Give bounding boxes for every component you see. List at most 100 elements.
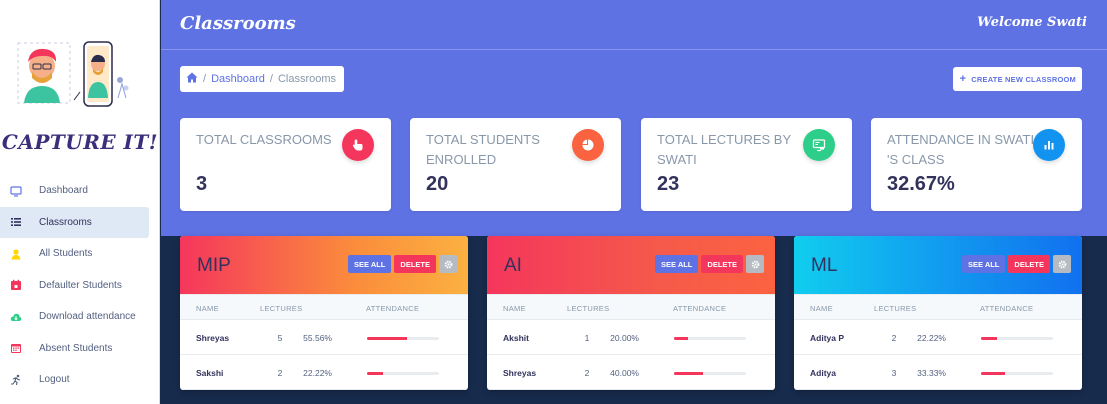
student-name: Shreyas [503,368,537,378]
table-row: Aditya 3 33.33% [794,355,1082,390]
attendance-progress-fill [674,337,689,340]
stat-card-attendance: ATTENDANCE IN SWATI 'S CLASS 32.67% [871,118,1082,211]
sidebar-item-defaulter-students[interactable]: Defaulter Students [0,270,149,302]
col-header-lectures: LECTURES [260,304,303,313]
col-header-name: NAME [503,304,526,313]
table-header: NAME LECTURES ATTENDANCE [794,294,1082,320]
sidebar-item-absent-students[interactable]: Absent Students [0,333,149,365]
attendance-progress-bar [367,372,439,375]
attendance-progress-fill [674,372,703,375]
sidebar-item-label: Classrooms [39,216,92,228]
lecture-count: 3 [891,368,897,378]
attendance-progress-fill [981,372,1005,375]
classroom-actions: SEE ALL DELETE [962,255,1071,273]
lecture-count: 1 [584,333,590,343]
stat-card-total-students: TOTAL STUDENTS ENROLLED 20 [410,118,621,211]
classroom-actions: SEE ALL DELETE [655,255,764,273]
hand-pointer-icon [342,129,374,161]
sidebar-item-label: Download attendance [39,311,136,323]
running-icon [10,374,22,386]
classroom-card-ml: ML SEE ALL DELETE NAME LECTURES ATTENDAN… [794,236,1082,390]
create-classroom-button[interactable]: + CREATE NEW CLASSROOM [952,67,1082,91]
see-all-button[interactable]: SEE ALL [655,255,699,273]
breadcrumb-separator: / [203,73,207,85]
sidebar-item-dashboard[interactable]: Dashboard [0,175,149,207]
classroom-name: MIP [197,255,231,276]
stat-value: 3 [196,173,208,195]
col-header-lectures: LECTURES [567,304,610,313]
user-icon [10,248,22,260]
attendance-percent: 40.00% [610,368,639,378]
attendance-progress-bar [674,372,746,375]
classroom-card-header: MIP SEE ALL DELETE [180,236,468,294]
gear-icon[interactable] [1053,255,1071,273]
bar-chart-icon [1033,129,1065,161]
sidebar-item-download-attendance[interactable]: Download attendance [0,301,149,333]
header-divider [161,49,1107,50]
delete-button[interactable]: DELETE [394,255,436,273]
breadcrumb-separator: / [269,73,273,85]
breadcrumb-link-dashboard[interactable]: Dashboard [211,73,265,85]
sidebar-nav: Dashboard Classrooms All Students Defaul… [0,175,160,396]
selfie-illustration-icon [17,41,129,107]
col-header-lectures: LECTURES [874,304,917,313]
plus-icon: + [959,73,967,85]
classroom-actions: SEE ALL DELETE [348,255,457,273]
see-all-button[interactable]: SEE ALL [962,255,1006,273]
attendance-percent: 20.00% [610,333,639,343]
sidebar-item-logout[interactable]: Logout [0,364,149,396]
brand-name: CAPTURE IT! [1,130,159,154]
welcome-text: Welcome Swati [977,15,1087,30]
classroom-card-header: ML SEE ALL DELETE [794,236,1082,294]
delete-button[interactable]: DELETE [1008,255,1050,273]
calendar-x-icon [10,342,22,354]
gear-icon[interactable] [746,255,764,273]
home-icon[interactable] [186,72,198,86]
col-header-attendance: ATTENDANCE [366,304,420,313]
gear-icon[interactable] [439,255,457,273]
attendance-progress-fill [367,337,407,340]
student-name: Aditya P [810,333,845,343]
attendance-progress-fill [367,372,383,375]
breadcrumb: / Dashboard / Classrooms [180,66,345,92]
classroom-card-mip: MIP SEE ALL DELETE NAME LECTURES ATTENDA… [180,236,468,390]
col-header-name: NAME [810,304,833,313]
table-header: NAME LECTURES ATTENDANCE [487,294,775,320]
attendance-progress-bar [981,372,1053,375]
see-all-button[interactable]: SEE ALL [348,255,392,273]
pie-chart-icon [572,129,604,161]
lecture-count: 5 [277,333,283,343]
lecture-count: 2 [277,368,283,378]
col-header-name: NAME [196,304,219,313]
classroom-card-ai: AI SEE ALL DELETE NAME LECTURES ATTENDAN… [487,236,775,390]
classroom-name: ML [811,255,838,276]
col-header-attendance: ATTENDANCE [980,304,1034,313]
table-row: Akshit 1 20.00% [487,320,775,355]
stat-value: 20 [426,173,449,195]
lecture-count: 2 [891,333,897,343]
page-title: Classrooms [180,13,296,34]
table-row: Aditya P 2 22.22% [794,320,1082,355]
breadcrumb-current: Classrooms [277,73,337,85]
stat-value: 23 [657,173,680,195]
calendar-icon [10,279,22,291]
attendance-progress-bar [674,337,746,340]
table-header: NAME LECTURES ATTENDANCE [180,294,468,320]
sidebar-item-classrooms[interactable]: Classrooms [0,206,149,238]
stat-title: ATTENDANCE IN SWATI 'S CLASS [887,132,1035,167]
delete-button[interactable]: DELETE [701,255,743,273]
stat-title: TOTAL LECTURES BY SWATI [657,132,791,167]
attendance-percent: 33.33% [917,368,946,378]
sidebar-item-label: Defaulter Students [39,279,122,291]
table-row: Sakshi 2 22.22% [180,355,468,390]
lecture-count: 2 [584,368,590,378]
stat-value: 32.67% [887,173,955,195]
attendance-percent: 22.22% [303,368,332,378]
stat-title: TOTAL STUDENTS ENROLLED [426,132,540,167]
table-row: Shreyas 5 55.56% [180,320,468,355]
student-name: Aditya [810,368,836,378]
sidebar-item-label: Logout [39,374,70,386]
student-name: Akshit [503,333,529,343]
create-classroom-label: CREATE NEW CLASSROOM [971,74,1076,84]
sidebar-item-all-students[interactable]: All Students [0,238,149,270]
